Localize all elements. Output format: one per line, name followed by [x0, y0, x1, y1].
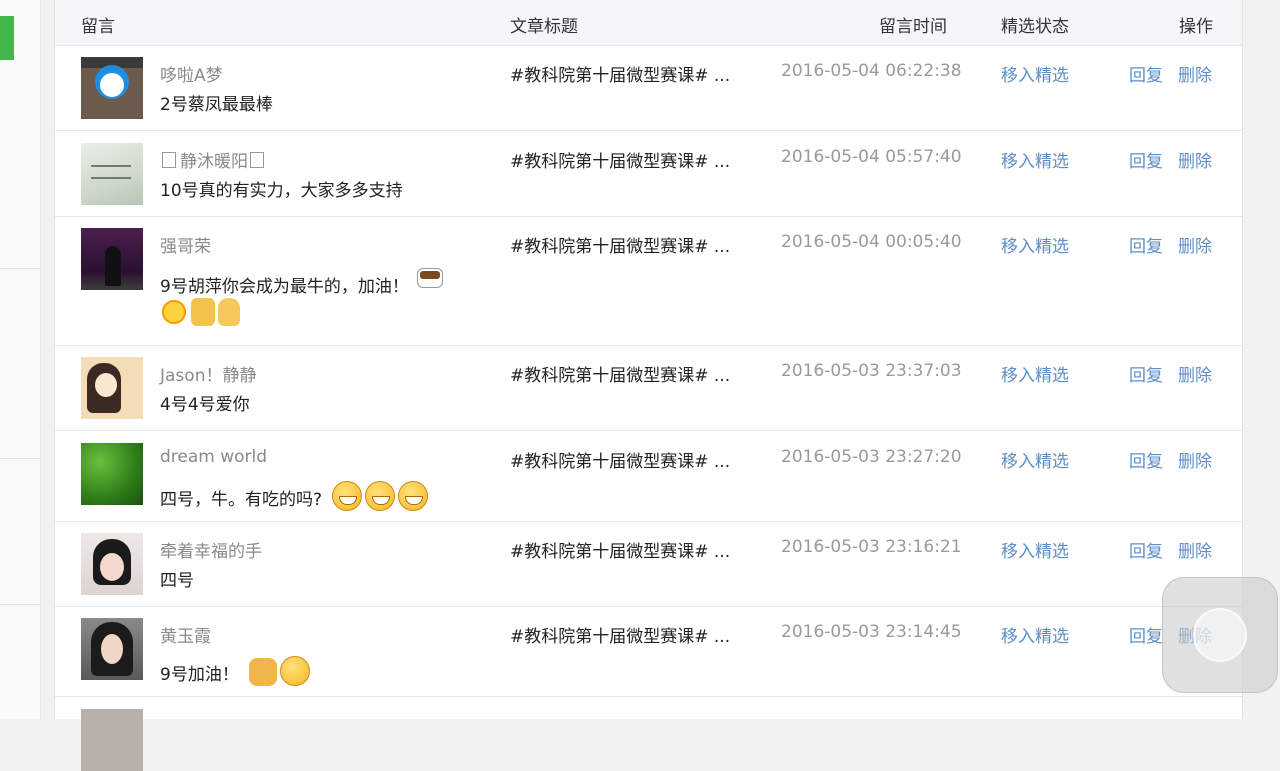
- missing-glyph-icon: [250, 152, 264, 168]
- avatar[interactable]: [81, 443, 143, 505]
- commenter-nickname[interactable]: dream world: [160, 447, 267, 467]
- move-to-featured-link[interactable]: 移入精选: [1001, 537, 1069, 562]
- grin-emoji-icon: [398, 481, 429, 511]
- hiccup-emoji-icon: [279, 656, 310, 686]
- commenter-nickname[interactable]: 强哥荣: [160, 232, 211, 257]
- nav-divider: [0, 268, 40, 269]
- avatar[interactable]: [81, 228, 143, 290]
- header-featured-status: 精选状态: [1001, 17, 1069, 37]
- delete-link[interactable]: 删除: [1178, 61, 1212, 86]
- nickname-text: 静沐暖阳: [180, 152, 248, 172]
- coffee-emoji-icon: [416, 268, 443, 288]
- avatar[interactable]: [81, 357, 143, 419]
- comment-time: 2016-05-03 23:37:03: [781, 361, 962, 381]
- victory-emoji-icon: [218, 298, 240, 326]
- header-article-title: 文章标题: [510, 17, 578, 37]
- header-actions: 操作: [1179, 17, 1213, 37]
- avatar[interactable]: [81, 533, 143, 595]
- reply-link[interactable]: 回复: [1129, 622, 1163, 647]
- avatar[interactable]: [81, 57, 143, 119]
- table-row-partial: [55, 697, 1242, 771]
- comment-management-panel: 留言 文章标题 留言时间 精选状态 操作 哆啦A梦 2号蔡凤最最棒 #教科院第十…: [54, 0, 1243, 771]
- delete-link[interactable]: 删除: [1178, 232, 1212, 257]
- delete-link[interactable]: 删除: [1178, 447, 1212, 472]
- missing-glyph-icon: [162, 152, 176, 168]
- left-nav-strip: [0, 0, 41, 719]
- comment-text: 9号加油！: [160, 656, 310, 686]
- active-nav-indicator: [0, 16, 14, 60]
- table-header: 留言 文章标题 留言时间 精选状态 操作: [55, 0, 1242, 46]
- nav-divider: [0, 604, 40, 605]
- table-row: 哆啦A梦 2号蔡凤最最棒 #教科院第十届微型赛课# ... 2016-05-04…: [55, 45, 1242, 131]
- fist-emoji-icon: [248, 658, 277, 686]
- article-title[interactable]: #教科院第十届微型赛课# ...: [510, 622, 730, 647]
- delete-link[interactable]: 删除: [1178, 361, 1212, 386]
- comment-emoji-line: [160, 298, 240, 326]
- table-row: dream world 四号，牛。有吃的吗? #教科院第十届微型赛课# ... …: [55, 431, 1242, 522]
- table-row: 静沐暖阳 10号真的有实力，大家多多支持 #教科院第十届微型赛课# ... 20…: [55, 131, 1242, 217]
- commenter-nickname[interactable]: 静沐暖阳: [160, 147, 268, 172]
- delete-link[interactable]: 删除: [1178, 147, 1212, 172]
- move-to-featured-link[interactable]: 移入精选: [1001, 61, 1069, 86]
- comment-time: 2016-05-03 23:27:20: [781, 447, 962, 467]
- sun-emoji-icon: [160, 298, 188, 326]
- avatar[interactable]: [81, 709, 143, 771]
- reply-link[interactable]: 回复: [1129, 537, 1163, 562]
- comment-text: 4号4号爱你: [160, 395, 250, 415]
- article-title[interactable]: #教科院第十届微型赛课# ...: [510, 361, 730, 386]
- article-title[interactable]: #教科院第十届微型赛课# ...: [510, 232, 730, 257]
- delete-link[interactable]: 删除: [1178, 537, 1212, 562]
- avatar[interactable]: [81, 618, 143, 680]
- table-row: 牵着幸福的手 四号 #教科院第十届微型赛课# ... 2016-05-03 23…: [55, 521, 1242, 607]
- assistive-touch-button[interactable]: [1162, 577, 1278, 693]
- comment-text: 2号蔡凤最最棒: [160, 95, 273, 115]
- header-comment: 留言: [81, 17, 115, 37]
- move-to-featured-link[interactable]: 移入精选: [1001, 232, 1069, 257]
- move-to-featured-link[interactable]: 移入精选: [1001, 622, 1069, 647]
- comment-text-content: 9号加油！: [160, 665, 239, 685]
- nav-divider: [0, 458, 40, 459]
- avatar[interactable]: [81, 143, 143, 205]
- comment-text-content: 9号胡萍你会成为最牛的，加油！: [160, 277, 409, 297]
- comment-text: 9号胡萍你会成为最牛的，加油！: [160, 268, 443, 297]
- move-to-featured-link[interactable]: 移入精选: [1001, 147, 1069, 172]
- comment-text-content: 四号，牛。有吃的吗?: [160, 490, 323, 510]
- reply-link[interactable]: 回复: [1129, 361, 1163, 386]
- reply-link[interactable]: 回复: [1129, 232, 1163, 257]
- table-row: Jason！静静 4号4号爱你 #教科院第十届微型赛课# ... 2016-05…: [55, 345, 1242, 431]
- comment-text: 四号: [160, 571, 194, 591]
- comment-time: 2016-05-03 23:14:45: [781, 622, 962, 642]
- thumbs-up-emoji-icon: [191, 298, 215, 326]
- comment-time: 2016-05-04 00:05:40: [781, 232, 962, 252]
- commenter-nickname[interactable]: 牵着幸福的手: [160, 537, 262, 562]
- move-to-featured-link[interactable]: 移入精选: [1001, 447, 1069, 472]
- commenter-nickname[interactable]: 黄玉霞: [160, 622, 211, 647]
- grin-emoji-icon: [332, 481, 363, 511]
- reply-link[interactable]: 回复: [1129, 147, 1163, 172]
- comment-time: 2016-05-03 23:16:21: [781, 537, 962, 557]
- article-title[interactable]: #教科院第十届微型赛课# ...: [510, 147, 730, 172]
- commenter-nickname[interactable]: Jason！静静: [160, 361, 256, 386]
- commenter-nickname[interactable]: 哆啦A梦: [160, 61, 223, 86]
- reply-link[interactable]: 回复: [1129, 447, 1163, 472]
- table-row: 黄玉霞 9号加油！ #教科院第十届微型赛课# ... 2016-05-03 23…: [55, 606, 1242, 697]
- comment-time: 2016-05-04 05:57:40: [781, 147, 962, 167]
- article-title[interactable]: #教科院第十届微型赛课# ...: [510, 61, 730, 86]
- comment-time: 2016-05-04 06:22:38: [781, 61, 962, 81]
- comment-text: 10号真的有实力，大家多多支持: [160, 181, 403, 201]
- table-row: 强哥荣 9号胡萍你会成为最牛的，加油！ #教科院第十届微型赛课# ... 201…: [55, 216, 1242, 346]
- reply-link[interactable]: 回复: [1129, 61, 1163, 86]
- header-comment-time: 留言时间: [879, 17, 947, 37]
- comment-text: 四号，牛。有吃的吗?: [160, 481, 429, 511]
- grin-emoji-icon: [365, 481, 396, 511]
- article-title[interactable]: #教科院第十届微型赛课# ...: [510, 447, 730, 472]
- move-to-featured-link[interactable]: 移入精选: [1001, 361, 1069, 386]
- article-title[interactable]: #教科院第十届微型赛课# ...: [510, 537, 730, 562]
